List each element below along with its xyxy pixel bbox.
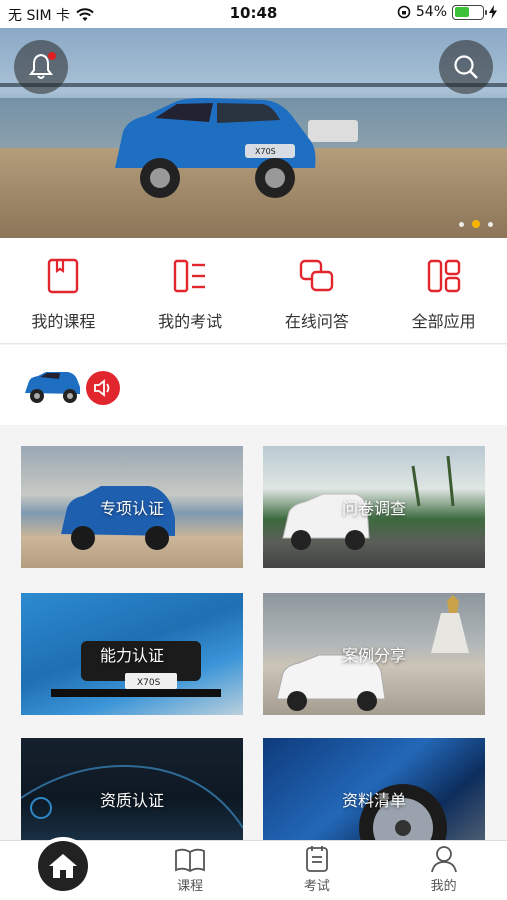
feature-grid: 专项认证 问卷调查 X70S 能力认证 案例分享 资质认证 资料清单	[0, 425, 507, 860]
tile-label: 资质认证	[99, 791, 164, 810]
bottom-tab-bar: 课程 考试 我的	[0, 837, 507, 900]
carousel-indicator	[459, 220, 493, 228]
search-button[interactable]	[439, 40, 493, 94]
quick-menu: 我的课程 我的考试 在线问答 全部应用	[0, 238, 507, 344]
quick-item-online-qa[interactable]: 在线问答	[254, 238, 381, 343]
tab-profile[interactable]: 我的	[380, 841, 507, 900]
tile-label: 问卷调查	[341, 499, 406, 518]
battery-icon	[452, 4, 487, 20]
tab-home[interactable]	[0, 837, 127, 900]
banner-carousel[interactable]: X70S	[0, 28, 507, 238]
quick-item-label: 我的课程	[31, 312, 96, 331]
notice-car-thumbnail	[25, 372, 80, 403]
tile-label: 能力认证	[99, 646, 164, 665]
tab-label: 我的	[430, 879, 457, 894]
tile-label: 案例分享	[341, 646, 406, 665]
quick-item-label: 我的考试	[158, 312, 223, 331]
status-right: 54%	[397, 4, 497, 20]
tab-courses[interactable]: 课程	[127, 841, 254, 900]
tile-car-badge: X70S	[137, 678, 161, 688]
speaker-icon	[94, 379, 110, 397]
tile-ability-certification[interactable]: X70S 能力认证	[21, 593, 243, 715]
tile-questionnaire[interactable]: 问卷调查	[263, 446, 485, 568]
home-button[interactable]	[34, 837, 92, 895]
tab-exams[interactable]: 考试	[254, 841, 381, 900]
notice-bar[interactable]	[0, 345, 507, 425]
carousel-dot[interactable]	[459, 221, 464, 227]
exam-paper-icon	[305, 846, 328, 872]
qa-bubbles-icon	[299, 259, 334, 292]
tile-special-certification[interactable]: 专项认证	[21, 446, 243, 568]
tab-label: 考试	[303, 879, 330, 894]
quick-item-label: 在线问答	[284, 312, 349, 331]
book-open-icon	[175, 848, 206, 873]
orientation-lock-icon	[397, 5, 411, 19]
car-badge: X70S	[255, 147, 276, 156]
carousel-dot[interactable]	[488, 221, 493, 227]
carousel-dot-active[interactable]	[472, 220, 480, 228]
announcement-speaker-button[interactable]	[86, 371, 120, 405]
exam-list-icon	[173, 259, 206, 293]
battery-percent: 54%	[415, 4, 447, 20]
status-bar: 无 SIM 卡 10:48 54%	[0, 0, 507, 28]
home-icon	[49, 854, 77, 878]
quick-item-label: 全部应用	[411, 312, 476, 331]
tab-label: 课程	[177, 879, 204, 894]
quick-item-all-apps[interactable]: 全部应用	[380, 238, 507, 343]
notification-button[interactable]	[14, 40, 68, 94]
tile-case-sharing[interactable]: 案例分享	[263, 593, 485, 715]
banner-car-image: X70S	[115, 98, 316, 198]
tile-label: 专项认证	[99, 499, 164, 518]
course-book-icon	[48, 258, 79, 294]
quick-item-my-courses[interactable]: 我的课程	[0, 238, 127, 343]
bridge-silhouette	[0, 83, 507, 87]
apps-grid-icon	[427, 259, 460, 293]
notification-badge-dot	[48, 52, 56, 60]
charging-bolt-icon	[489, 5, 497, 19]
tile-label: 资料清单	[341, 791, 406, 810]
quick-item-my-exams[interactable]: 我的考试	[127, 238, 254, 343]
profile-icon	[430, 846, 457, 873]
search-icon	[454, 55, 478, 79]
